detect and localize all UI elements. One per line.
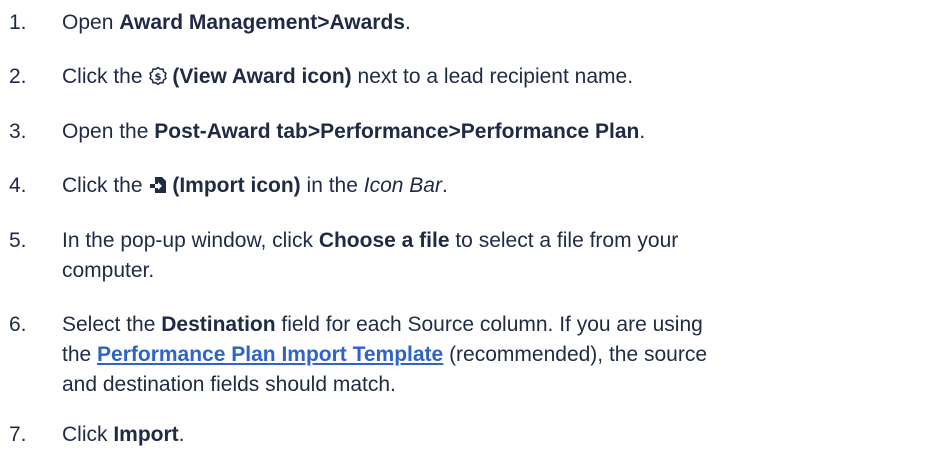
menu-path: Award Management>Awards	[119, 11, 405, 34]
step-7: 7. Click Import.	[0, 420, 930, 450]
button-name: Choose a file	[318, 229, 450, 252]
icon-label: (View Award icon)	[172, 65, 352, 88]
step-text: Open Award Management>Awards.	[62, 11, 411, 34]
step-text: Click Import.	[62, 423, 185, 446]
step-6: 6. Select the Destination field for each…	[0, 310, 930, 400]
step-2: 2. Click the $ (View Award icon) next to …	[0, 62, 930, 95]
step-text: In the pop-up window, click Choose a fil…	[62, 229, 679, 282]
menu-path: Post-Award tab>Performance>Performance P…	[154, 120, 640, 143]
button-name: Import	[113, 423, 179, 446]
step-text: Click the $ (View Award icon) next to a l…	[62, 62, 930, 95]
step-number: 3.	[9, 120, 27, 143]
step-number: 2.	[9, 65, 27, 88]
icon-label: (Import icon)	[172, 174, 301, 197]
dollar-badge-icon: $	[148, 65, 168, 95]
field-name: Destination	[161, 313, 276, 336]
step-number: 4.	[9, 174, 27, 197]
step-number: 1.	[9, 11, 27, 34]
import-template-link[interactable]: Performance Plan Import Template	[97, 343, 443, 366]
step-4: 4. Click the (Import icon) in the Icon B…	[0, 171, 930, 204]
step-number: 5.	[9, 229, 27, 252]
step-5: 5. In the pop-up window, click Choose a …	[0, 226, 930, 286]
svg-text:$: $	[155, 72, 162, 83]
step-1: 1. Open Award Management>Awards.	[0, 8, 930, 38]
step-3: 3. Open the Post-Award tab>Performance>P…	[0, 117, 930, 147]
step-text: Click the (Import icon) in the Icon Bar.	[62, 171, 930, 204]
step-number: 7.	[9, 423, 27, 446]
step-text: Open the Post-Award tab>Performance>Perf…	[62, 120, 646, 143]
ui-term: Icon Bar	[363, 174, 442, 197]
step-number: 6.	[9, 313, 27, 336]
step-text: Select the Destination field for each So…	[62, 313, 708, 396]
import-file-icon	[148, 174, 168, 204]
